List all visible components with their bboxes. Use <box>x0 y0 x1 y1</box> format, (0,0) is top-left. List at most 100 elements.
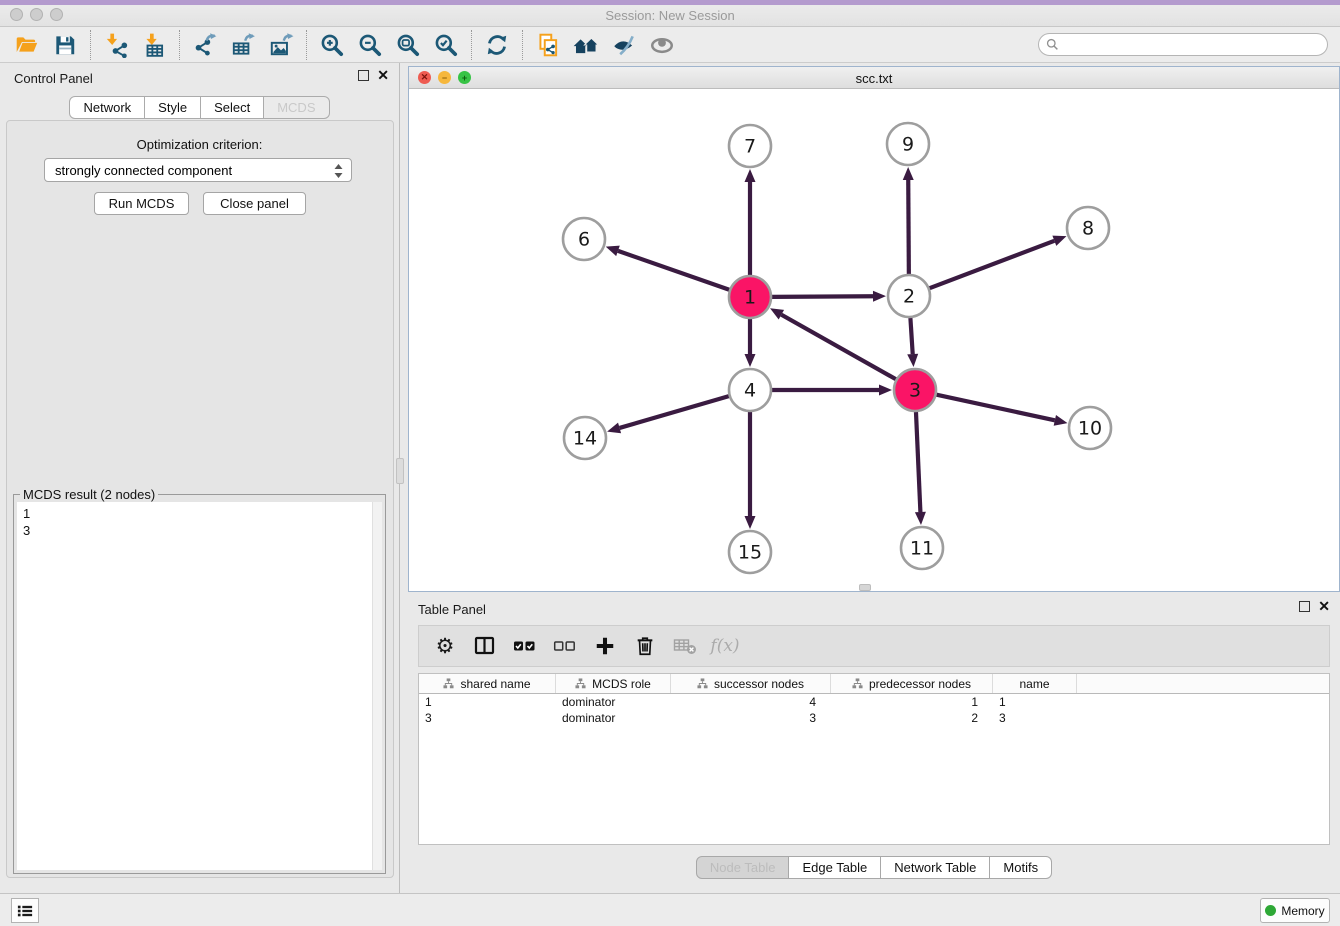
deselect-all-rows-icon[interactable] <box>547 629 583 663</box>
panel-splitter-handle[interactable] <box>396 458 404 484</box>
close-panel-button[interactable]: Close panel <box>203 192 306 215</box>
export-table-icon[interactable] <box>224 29 262 61</box>
network-view-title: scc.txt <box>409 71 1339 86</box>
task-history-button[interactable] <box>11 898 39 923</box>
import-network-icon[interactable] <box>97 29 135 61</box>
column-header-MCDS-role[interactable]: MCDS role <box>556 674 671 693</box>
zoom-out-icon[interactable] <box>351 29 389 61</box>
tab-edge-table[interactable]: Edge Table <box>789 856 881 879</box>
graph-edge-3-1[interactable] <box>781 315 895 380</box>
add-column-icon[interactable] <box>587 629 623 663</box>
float-table-panel-icon[interactable] <box>1299 601 1310 612</box>
open-file-icon[interactable] <box>8 29 46 61</box>
refresh-view-icon[interactable] <box>478 29 516 61</box>
table-cell[interactable]: 1 <box>419 694 556 710</box>
tab-network-table[interactable]: Network Table <box>881 856 990 879</box>
mcds-result-title: MCDS result (2 nodes) <box>20 487 158 502</box>
table-row[interactable]: 1dominator411 <box>419 694 1329 710</box>
toggle-bird-eye-view-icon[interactable] <box>643 29 681 61</box>
delete-row-icon[interactable] <box>627 629 663 663</box>
network-view-window: ✕ − + scc.txt 7968124314101511 <box>408 66 1340 592</box>
import-table-icon[interactable] <box>135 29 173 61</box>
delete-table-icon[interactable] <box>667 629 703 663</box>
table-row[interactable]: 3dominator323 <box>419 710 1329 726</box>
graph-node-label-3: 3 <box>909 380 921 402</box>
graph-edge-3-10[interactable] <box>936 395 1054 421</box>
titlebar-accent <box>0 0 1340 5</box>
table-cell[interactable]: 1 <box>831 694 993 710</box>
mcds-result-scrollbar[interactable] <box>372 502 382 870</box>
table-cell[interactable]: 4 <box>671 694 831 710</box>
tab-style[interactable]: Style <box>145 96 201 119</box>
zoom-fit-icon[interactable] <box>389 29 427 61</box>
graph-arrowhead <box>745 169 756 182</box>
graph-edge-3-11[interactable] <box>916 412 920 512</box>
network-graph[interactable]: 7968124314101511 <box>409 89 1339 591</box>
graph-node-label-15: 15 <box>738 542 762 564</box>
select-all-rows-icon[interactable] <box>507 629 543 663</box>
network-window-titlebar[interactable]: ✕ − + scc.txt <box>409 67 1339 89</box>
table-cell[interactable]: 3 <box>419 710 556 726</box>
column-header-label: name <box>1019 677 1049 691</box>
float-panel-icon[interactable] <box>358 70 369 81</box>
control-panel: Control Panel ✕ Network Style Select MCD… <box>0 63 400 893</box>
hide-graphics-details-icon[interactable] <box>605 29 643 61</box>
home-layout-icon[interactable] <box>567 29 605 61</box>
table-cell[interactable]: dominator <box>556 710 671 726</box>
app-titlebar: Session: New Session <box>0 0 1340 27</box>
column-header-successor-nodes[interactable]: successor nodes <box>671 674 831 693</box>
table-cell[interactable]: 1 <box>993 694 1077 710</box>
close-table-panel-icon[interactable]: ✕ <box>1318 601 1330 612</box>
table-cell[interactable]: 3 <box>671 710 831 726</box>
close-panel-icon[interactable]: ✕ <box>377 70 389 81</box>
search-input[interactable] <box>1064 38 1327 52</box>
table-cell[interactable]: 2 <box>831 710 993 726</box>
toolbar-separator <box>90 30 91 60</box>
tab-network[interactable]: Network <box>69 96 145 119</box>
criterion-dropdown[interactable]: strongly connected component <box>44 158 352 182</box>
graph-edge-1-2[interactable] <box>772 296 873 297</box>
search-box[interactable] <box>1038 33 1328 56</box>
graph-arrowhead <box>607 423 621 434</box>
graph-node-label-9: 9 <box>902 134 914 156</box>
column-header-name[interactable]: name <box>993 674 1077 693</box>
tab-select[interactable]: Select <box>201 96 264 119</box>
export-network-icon[interactable] <box>186 29 224 61</box>
zoom-in-icon[interactable] <box>313 29 351 61</box>
table-cell[interactable]: dominator <box>556 694 671 710</box>
memory-status-icon <box>1265 905 1276 916</box>
zoom-selected-icon[interactable] <box>427 29 465 61</box>
graph-arrowhead <box>879 385 892 396</box>
graph-edge-2-8[interactable] <box>930 241 1055 288</box>
tab-motifs[interactable]: Motifs <box>990 856 1052 879</box>
canvas-splitter-handle[interactable] <box>859 584 871 591</box>
duplicate-network-icon[interactable] <box>529 29 567 61</box>
toolbar-separator <box>522 30 523 60</box>
run-mcds-button[interactable]: Run MCDS <box>94 192 189 215</box>
column-header-label: successor nodes <box>714 677 804 691</box>
show-columns-icon[interactable] <box>467 629 503 663</box>
column-header-label: predecessor nodes <box>869 677 971 691</box>
graph-edge-2-9[interactable] <box>908 180 909 274</box>
save-session-icon[interactable] <box>46 29 84 61</box>
table-panel-title: Table Panel <box>418 602 486 617</box>
tab-mcds[interactable]: MCDS <box>264 96 329 119</box>
tab-node-table[interactable]: Node Table <box>696 856 790 879</box>
table-cell[interactable]: 3 <box>993 710 1077 726</box>
dropdown-stepper-icon <box>333 163 344 182</box>
criterion-value: strongly connected component <box>55 163 232 178</box>
node-table: shared nameMCDS role successor nodes prede… <box>418 673 1330 845</box>
graph-edge-4-14[interactable] <box>620 396 729 428</box>
graph-edge-1-6[interactable] <box>618 251 729 290</box>
memory-button[interactable]: Memory <box>1260 898 1330 923</box>
column-header-shared-name[interactable]: shared name <box>419 674 556 693</box>
table-settings-icon[interactable]: ⚙ <box>427 629 463 663</box>
apply-function-icon[interactable]: f(x) <box>707 629 743 663</box>
column-header-predecessor-nodes[interactable]: predecessor nodes <box>831 674 993 693</box>
export-image-icon[interactable] <box>262 29 300 61</box>
mcds-result-text[interactable]: 1 3 <box>17 502 382 870</box>
graph-edge-2-3[interactable] <box>910 318 912 354</box>
network-canvas[interactable]: 7968124314101511 <box>409 89 1339 591</box>
table-toolbar: ⚙ f(x) <box>418 625 1330 667</box>
graph-node-label-6: 6 <box>578 229 590 251</box>
